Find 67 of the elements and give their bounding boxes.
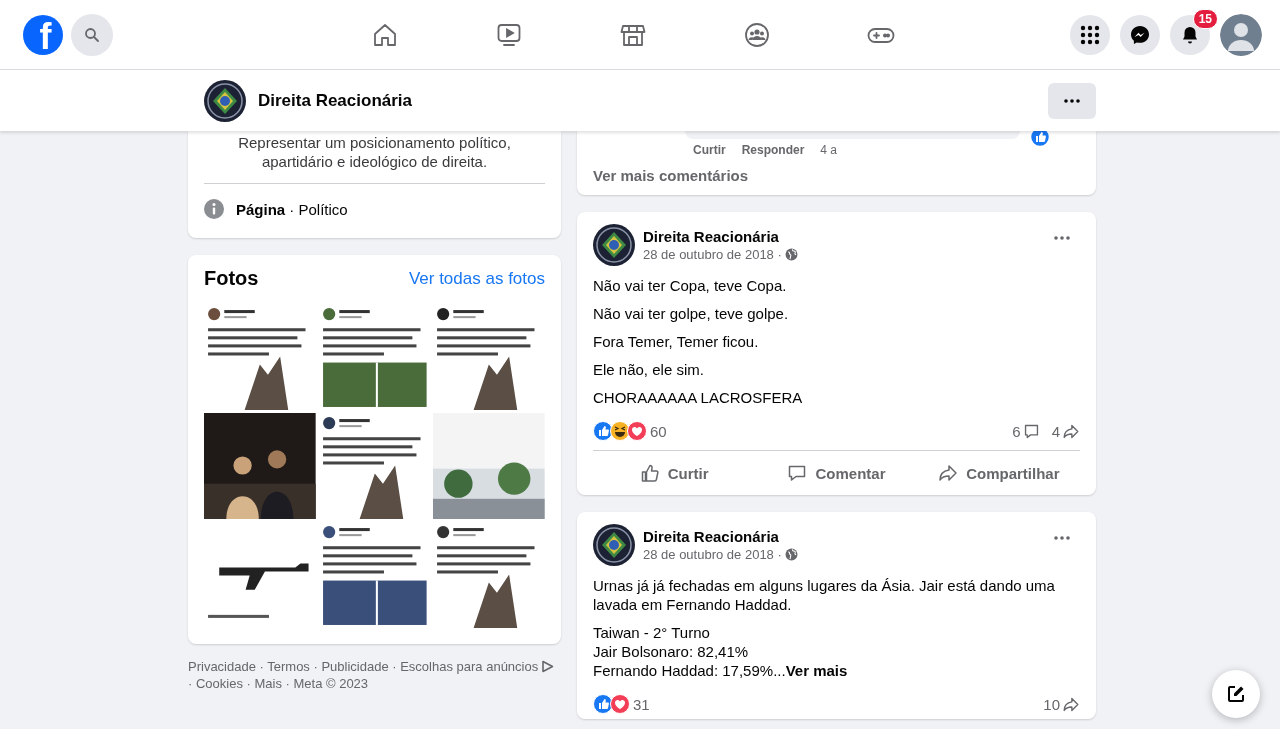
like-button[interactable]: Curtir [593,455,756,491]
search-button[interactable] [71,13,113,56]
post-text: Ele não, ele sim. [593,360,705,379]
comment-icon [1022,422,1040,440]
photos-title: Fotos [204,267,259,290]
page-avatar[interactable] [204,79,246,122]
comment-action-link[interactable]: Curtir [693,143,726,157]
post-text: Urnas já já fechadas em alguns lugares da Ásia. Jair está dando uma lavada em Fernando Haddad. [593,576,1056,614]
notifications-button[interactable] [1170,14,1210,55]
like-reaction-icon [593,694,613,714]
share-count[interactable]: 4 [1051,422,1060,440]
post-date[interactable]: 28 de outubro de 2018 · [643,547,782,562]
ad-choices-icon [541,660,555,673]
profile-avatar[interactable] [1220,13,1262,56]
share-button[interactable]: Compartilhar [917,455,1080,491]
share-icon [1062,422,1080,440]
post-date[interactable]: 28 de outubro de 2018 · [643,247,782,262]
thumbs-up-icon [639,463,660,483]
laughing-reaction-icon [610,421,630,441]
share-count[interactable]: 10 [1043,695,1060,713]
share-icon [1062,695,1080,713]
bell-icon [1180,24,1200,45]
page-avatar[interactable] [593,524,635,566]
more-icon [1064,98,1080,103]
page-avatar[interactable] [593,224,635,266]
footer-links-text[interactable]: · Cookies · Mais · Meta © 2023 [188,676,369,691]
heart-reaction-icon [627,421,647,441]
people-icon [742,20,771,49]
facebook-logo[interactable]: f [23,14,63,55]
comment-count[interactable]: 6 [1012,422,1021,440]
like-reaction-icon [593,421,613,441]
page-description: Representar um posicionamento político, apartidário e ideológico de direita. [237,133,512,171]
globe-icon [784,548,798,561]
info-icon [204,199,224,219]
post-text: Não vai ter golpe, teve golpe. [593,304,790,323]
messenger-button[interactable] [1120,14,1160,55]
reaction-count[interactable]: 60 [650,422,667,440]
see-more-link[interactable]: Ver mais [785,662,848,679]
comment-action-link[interactable]: Responder [741,143,805,157]
post-author[interactable]: Direita Reacionária [643,228,1036,245]
compose-icon [1226,684,1246,704]
notification-badge: 15 [1192,8,1218,29]
see-all-photos-link[interactable]: Ver todas as fotos [408,268,545,289]
post-text: Fora Temer, Temer ficou. [593,332,760,351]
more-icon [1054,236,1070,240]
more-comments-link[interactable]: Ver mais comentários [593,167,749,184]
page-category: Página · Político [236,200,348,218]
more-options-button[interactable] [1048,82,1096,119]
comment-time: 4 a [820,143,838,157]
more-icon [1054,536,1070,540]
reaction-count[interactable]: 31 [633,695,650,713]
menu-button[interactable] [1070,14,1110,55]
comment-button[interactable]: Comentar [755,455,918,491]
menu-icon [1080,24,1100,45]
footer-links-text[interactable]: Privacidade · Termos · Publicidade · Escolhas para anúncios [188,659,539,674]
post-text: CHORAAAAAA LACROSFERA [593,388,804,407]
globe-icon [784,248,798,261]
comment-icon [787,463,808,483]
share-icon [938,463,959,483]
heart-reaction-icon [610,694,630,714]
search-icon [84,26,100,43]
post-text: Não vai ter Copa, teve Copa. [593,276,788,295]
post-author[interactable]: Direita Reacionária [643,528,1036,545]
messenger-icon [1130,24,1150,45]
new-message-button[interactable] [1212,670,1260,718]
post-text: Taiwan - 2° Turno Jair Bolsonaro: 82,41% Fernando Haddad: 17,59%...Ver mais [593,623,849,680]
page-title: Direita Reacionária [258,90,412,111]
